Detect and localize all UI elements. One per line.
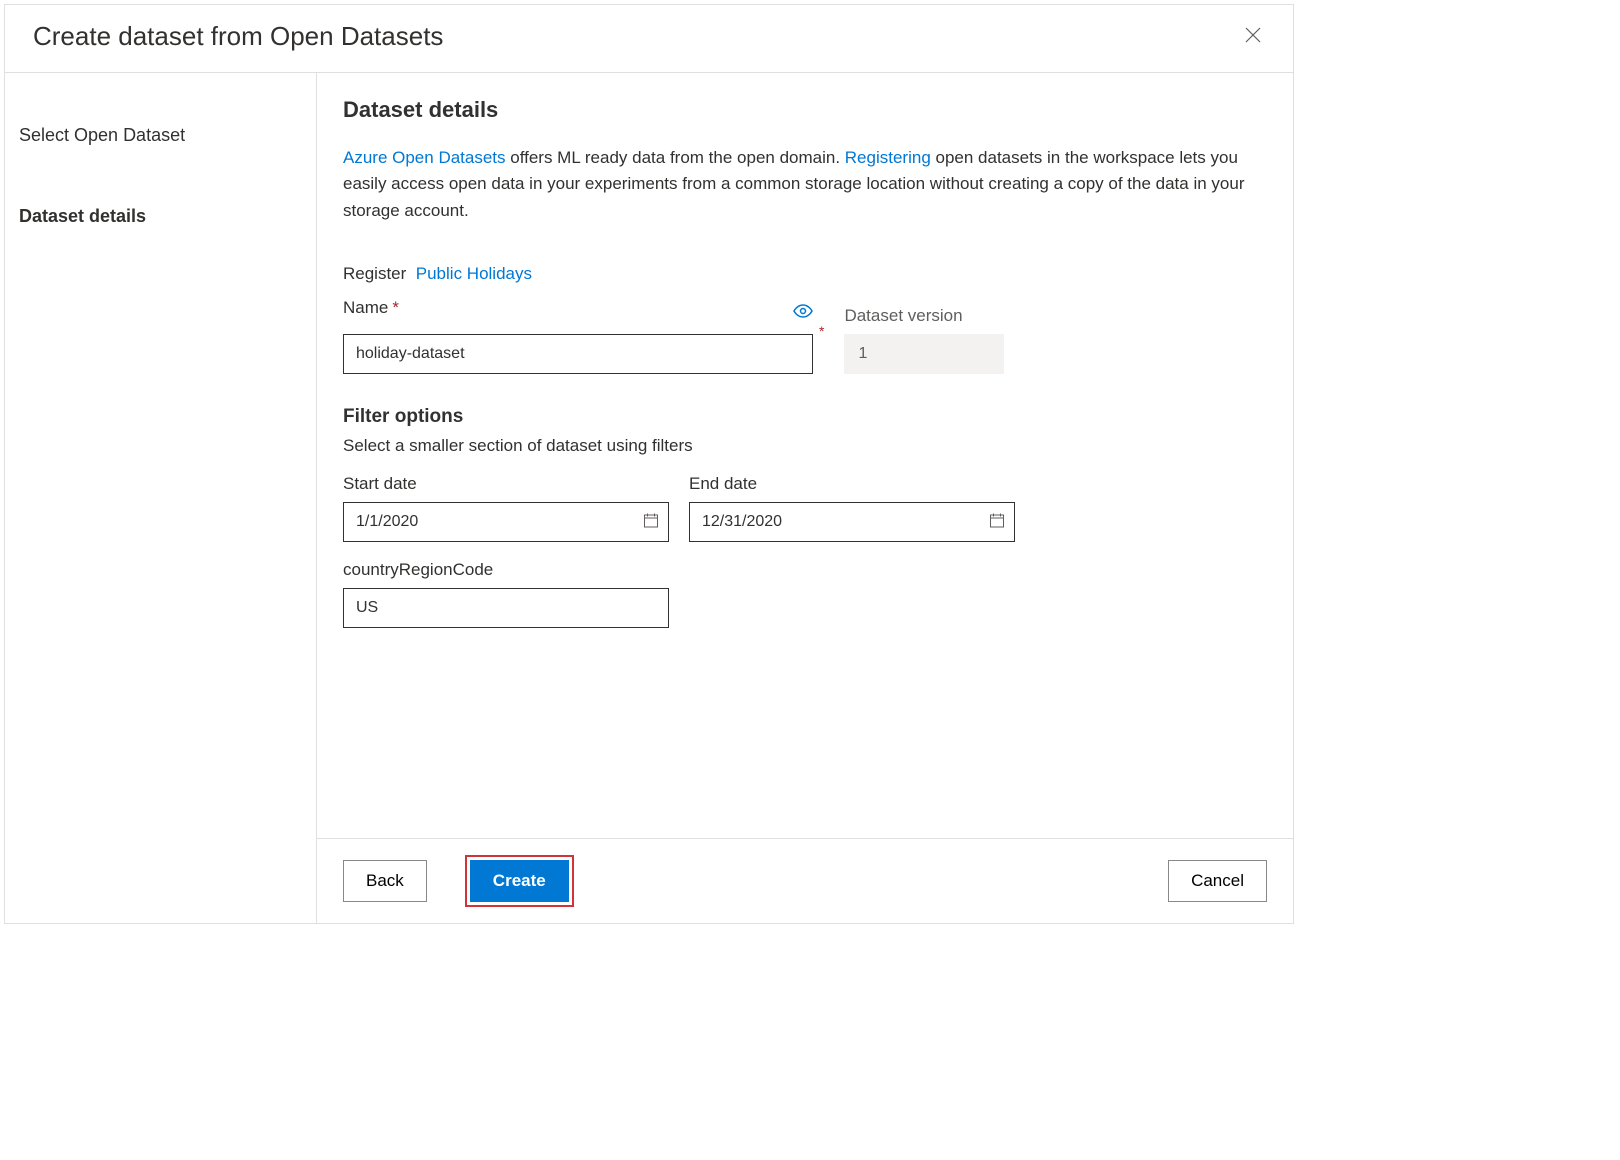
desc-text-1: offers ML ready data from the open domai… bbox=[506, 148, 845, 167]
country-region-code-input[interactable] bbox=[343, 588, 669, 628]
sidebar: Select Open Dataset Dataset details bbox=[5, 73, 317, 923]
main: Dataset details Azure Open Datasets offe… bbox=[317, 73, 1293, 923]
preview-icon[interactable] bbox=[793, 304, 813, 321]
back-button[interactable]: Back bbox=[343, 860, 427, 902]
filter-options-subtitle: Select a smaller section of dataset usin… bbox=[343, 436, 1267, 456]
name-input[interactable] bbox=[343, 334, 813, 374]
register-label: Register bbox=[343, 264, 406, 283]
footer: Back Create Cancel bbox=[317, 838, 1293, 923]
version-field: Dataset version bbox=[844, 306, 1004, 374]
name-field: Name * bbox=[343, 298, 813, 374]
end-date-label: End date bbox=[689, 474, 1015, 494]
country-region-code-label: countryRegionCode bbox=[343, 560, 669, 580]
create-highlight: Create bbox=[465, 855, 574, 907]
azure-open-datasets-link[interactable]: Azure Open Datasets bbox=[343, 148, 506, 167]
end-date-field: End date bbox=[689, 474, 1015, 542]
start-date-label: Start date bbox=[343, 474, 669, 494]
country-region-code-field: countryRegionCode bbox=[343, 560, 669, 628]
content: Dataset details Azure Open Datasets offe… bbox=[317, 73, 1293, 838]
start-date-input[interactable] bbox=[343, 502, 669, 542]
section-title: Dataset details bbox=[343, 97, 1267, 123]
filter-options-title: Filter options bbox=[343, 406, 1267, 428]
dialog-body: Select Open Dataset Dataset details Data… bbox=[5, 73, 1293, 923]
dialog: Create dataset from Open Datasets Select… bbox=[4, 4, 1294, 924]
sidebar-item-dataset-details[interactable]: Dataset details bbox=[19, 206, 316, 227]
name-version-row: Name * * Dataset version bbox=[343, 298, 1267, 374]
registering-link[interactable]: Registering bbox=[845, 148, 931, 167]
end-date-input[interactable] bbox=[689, 502, 1015, 542]
register-line: Register Public Holidays bbox=[343, 264, 1267, 284]
required-asterisk: * bbox=[819, 323, 824, 339]
dialog-title: Create dataset from Open Datasets bbox=[33, 21, 443, 52]
sidebar-item-select-open-dataset[interactable]: Select Open Dataset bbox=[19, 125, 316, 146]
version-input bbox=[844, 334, 1004, 374]
name-label: Name * bbox=[343, 298, 399, 318]
version-label: Dataset version bbox=[844, 306, 1004, 326]
dialog-header: Create dataset from Open Datasets bbox=[5, 5, 1293, 73]
create-button[interactable]: Create bbox=[470, 860, 569, 902]
start-date-field: Start date bbox=[343, 474, 669, 542]
description: Azure Open Datasets offers ML ready data… bbox=[343, 145, 1267, 224]
close-icon[interactable] bbox=[1241, 23, 1265, 50]
public-holidays-link[interactable]: Public Holidays bbox=[416, 264, 532, 283]
required-asterisk: * bbox=[392, 298, 399, 318]
cancel-button[interactable]: Cancel bbox=[1168, 860, 1267, 902]
date-row: Start date End date bbox=[343, 474, 1267, 542]
